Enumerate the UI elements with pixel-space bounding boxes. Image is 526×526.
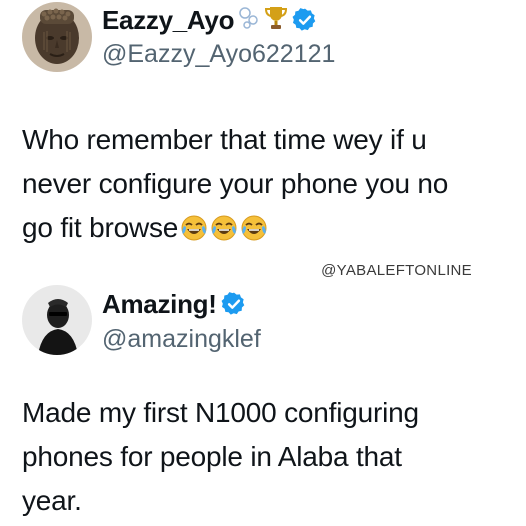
- avatar[interactable]: [22, 2, 92, 72]
- trophy-icon: [264, 5, 288, 36]
- display-name[interactable]: Amazing!: [102, 289, 217, 320]
- verified-badge-icon: [292, 7, 318, 33]
- watermark: @YABALEFTONLINE: [321, 262, 472, 279]
- emoji-row: [180, 211, 268, 255]
- tweet-text: Who remember that time wey if u never co…: [22, 118, 512, 255]
- name-row: Amazing!: [102, 288, 247, 320]
- name-row: Eazzy_Ayo: [102, 4, 318, 36]
- handle[interactable]: @amazingklef: [102, 325, 261, 354]
- face-with-tears-of-joy-icon: [240, 211, 268, 255]
- display-name[interactable]: Eazzy_Ayo: [102, 5, 234, 36]
- verified-badge-icon: [221, 291, 247, 317]
- tweet-text: Made my first N1000 configuring phones f…: [22, 397, 419, 516]
- face-with-tears-of-joy-icon: [180, 211, 208, 255]
- bubbles-icon: [238, 5, 260, 36]
- avatar[interactable]: [22, 285, 92, 355]
- face-with-tears-of-joy-icon: [210, 211, 238, 255]
- handle[interactable]: @Eazzy_Ayo622121: [102, 40, 335, 69]
